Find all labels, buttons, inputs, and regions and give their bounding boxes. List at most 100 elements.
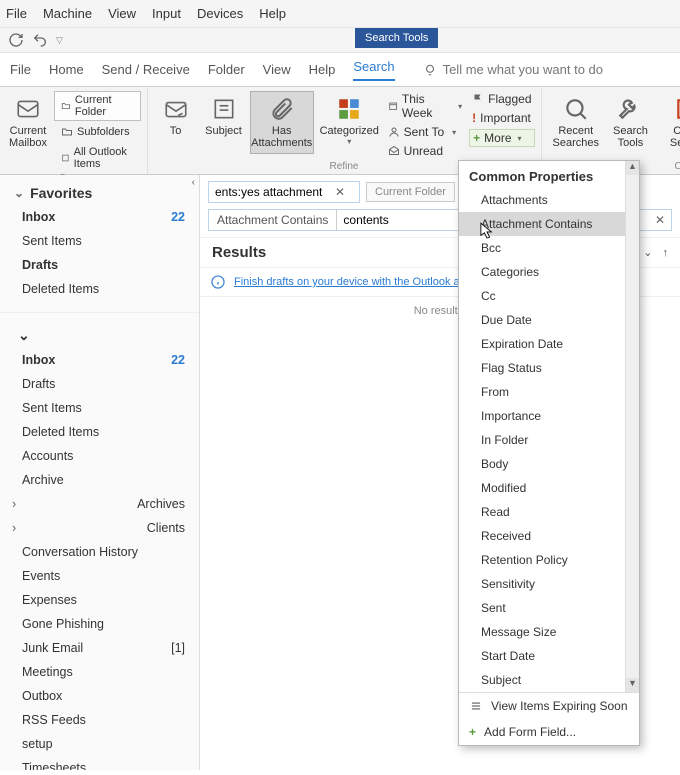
search-query-box[interactable]: ✕ xyxy=(208,181,360,203)
search-tools-button[interactable]: Search Tools xyxy=(608,91,653,154)
tab-view[interactable]: View xyxy=(263,62,291,77)
refresh-icon[interactable] xyxy=(8,32,24,48)
unread-button[interactable]: Unread xyxy=(385,143,465,159)
property-read[interactable]: Read xyxy=(459,500,639,524)
property-expiration-date[interactable]: Expiration Date xyxy=(459,332,639,356)
close-icon xyxy=(674,96,680,122)
scroll-up-icon[interactable]: ▲ xyxy=(626,161,639,175)
folder-deleted-items[interactable]: Deleted Items xyxy=(0,420,199,444)
property-body[interactable]: Body xyxy=(459,452,639,476)
app-menu-view[interactable]: View xyxy=(108,6,136,21)
property-retention-policy[interactable]: Retention Policy xyxy=(459,548,639,572)
folder-junk-email[interactable]: Junk Email[1] xyxy=(0,636,199,660)
property-categories[interactable]: Categories xyxy=(459,260,639,284)
folder-accounts[interactable]: Accounts xyxy=(0,444,199,468)
fav-deleted-items[interactable]: Deleted Items xyxy=(0,277,199,301)
important-button[interactable]: ! Important xyxy=(469,110,534,126)
folder-archives[interactable]: Archives xyxy=(0,492,199,516)
this-week-button[interactable]: This Week ▾ xyxy=(385,91,465,121)
property-due-date[interactable]: Due Date xyxy=(459,308,639,332)
folder-sent-items[interactable]: Sent Items xyxy=(0,396,199,420)
folder-expenses[interactable]: Expenses xyxy=(0,588,199,612)
add-form-field-action[interactable]: + Add Form Field... xyxy=(459,719,639,745)
app-menu-machine[interactable]: Machine xyxy=(43,6,92,21)
more-properties-dropdown: Common Properties AttachmentsAttachment … xyxy=(458,160,640,746)
property-subject[interactable]: Subject xyxy=(459,668,639,692)
fav-inbox[interactable]: Inbox22 xyxy=(0,205,199,229)
property-attachment-contains[interactable]: Attachment Contains xyxy=(459,212,639,236)
sort-direction-button[interactable]: ↑ xyxy=(663,247,669,259)
fav-drafts[interactable]: Drafts xyxy=(0,253,199,277)
property-sensitivity[interactable]: Sensitivity xyxy=(459,572,639,596)
subject-icon xyxy=(211,96,237,122)
folder-outbox[interactable]: Outbox xyxy=(0,684,199,708)
tab-home[interactable]: Home xyxy=(49,62,84,77)
scope-current-folder[interactable]: Current Folder xyxy=(54,91,141,121)
property-flag-status[interactable]: Flag Status xyxy=(459,356,639,380)
categorized-button[interactable]: Categorized ▾ xyxy=(318,91,381,151)
folder-timesheets[interactable]: Timesheets xyxy=(0,756,199,770)
property-cc[interactable]: Cc xyxy=(459,284,639,308)
folder-setup[interactable]: setup xyxy=(0,732,199,756)
folder-clients[interactable]: Clients xyxy=(0,516,199,540)
folder-gone-phishing[interactable]: Gone Phishing xyxy=(0,612,199,636)
info-link[interactable]: Finish drafts on your device with the Ou… xyxy=(234,276,472,288)
flag-icon xyxy=(472,93,484,105)
clear-query-icon[interactable]: ✕ xyxy=(329,185,351,199)
envelope-to-icon xyxy=(163,96,189,122)
property-attachments[interactable]: Attachments xyxy=(459,188,639,212)
folder-inbox[interactable]: Inbox22 xyxy=(0,348,199,372)
app-menu-help[interactable]: Help xyxy=(259,6,286,21)
app-menu-devices[interactable]: Devices xyxy=(197,6,243,21)
tab-help[interactable]: Help xyxy=(309,62,336,77)
search-tools-contextual-tab[interactable]: Search Tools xyxy=(355,28,438,48)
dropdown-scrollbar[interactable]: ▲ ▼ xyxy=(625,161,639,692)
has-attachments-button[interactable]: Has Attachments xyxy=(250,91,314,154)
folder-drafts[interactable]: Drafts xyxy=(0,372,199,396)
folder-rss-feeds[interactable]: RSS Feeds xyxy=(0,708,199,732)
search-scope-dropdown[interactable]: Current Folder xyxy=(366,182,455,202)
app-menu-file[interactable]: File xyxy=(6,6,27,21)
folder-archive[interactable]: Archive xyxy=(0,468,199,492)
property-sent[interactable]: Sent xyxy=(459,596,639,620)
property-message-size[interactable]: Message Size xyxy=(459,620,639,644)
calendar-icon xyxy=(388,100,398,112)
sent-to-button[interactable]: Sent To ▾ xyxy=(385,124,465,140)
property-importance[interactable]: Importance xyxy=(459,404,639,428)
tab-send-receive[interactable]: Send / Receive xyxy=(102,62,190,77)
tab-file[interactable]: File xyxy=(10,62,31,77)
property-from[interactable]: From xyxy=(459,380,639,404)
tools-icon xyxy=(617,96,643,122)
close-search-button[interactable]: Close Search xyxy=(665,91,680,154)
tab-search[interactable]: Search xyxy=(353,59,394,81)
more-button[interactable]: + More ▾ xyxy=(469,129,534,147)
recent-searches-button[interactable]: Recent Searches xyxy=(548,91,604,154)
scope-subfolders[interactable]: Subfolders xyxy=(54,123,141,141)
scroll-down-icon[interactable]: ▼ xyxy=(626,678,639,692)
current-mailbox-button[interactable]: Current Mailbox xyxy=(6,91,50,154)
clear-filter-icon[interactable]: ✕ xyxy=(649,213,671,227)
favorites-header[interactable]: Favorites xyxy=(0,175,199,205)
folder-meetings[interactable]: Meetings xyxy=(0,660,199,684)
subject-button[interactable]: Subject xyxy=(202,91,246,142)
tell-me-search[interactable]: Tell me what you want to do xyxy=(423,62,603,77)
property-start-date[interactable]: Start Date xyxy=(459,644,639,668)
fav-sent-items[interactable]: Sent Items xyxy=(0,229,199,253)
flagged-button[interactable]: Flagged xyxy=(469,91,534,107)
account-header[interactable]: ⌄ xyxy=(0,317,199,348)
qat-dropdown-icon[interactable]: ▽ xyxy=(56,35,63,46)
folder-conversation-history[interactable]: Conversation History xyxy=(0,540,199,564)
property-received[interactable]: Received xyxy=(459,524,639,548)
scope-all-items[interactable]: All Outlook Items xyxy=(54,143,141,173)
property-in-folder[interactable]: In Folder xyxy=(459,428,639,452)
tab-folder[interactable]: Folder xyxy=(208,62,245,77)
property-modified[interactable]: Modified xyxy=(459,476,639,500)
to-button[interactable]: To xyxy=(154,91,198,142)
search-query-input[interactable] xyxy=(209,182,329,202)
view-items-expiring-action[interactable]: View Items Expiring Soon xyxy=(459,693,639,719)
collapse-nav-icon[interactable]: ‹ xyxy=(192,177,195,188)
property-bcc[interactable]: Bcc xyxy=(459,236,639,260)
undo-icon[interactable] xyxy=(32,32,48,48)
folder-events[interactable]: Events xyxy=(0,564,199,588)
app-menu-input[interactable]: Input xyxy=(152,6,181,21)
